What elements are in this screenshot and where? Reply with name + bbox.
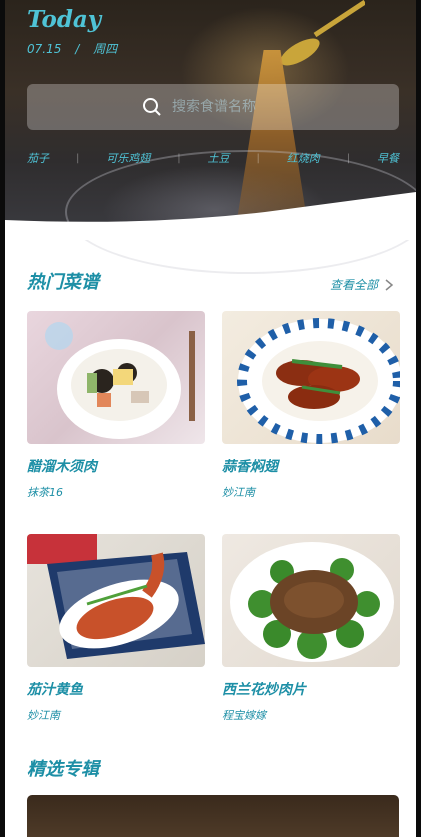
hero-banner: Today 07.15 / 周四 茄子 | 可乐鸡翅 | 土豆 | 红烧肉 | …	[5, 0, 416, 274]
chevron-right-icon	[385, 278, 394, 291]
tag-divider: |	[177, 152, 181, 164]
recipe-image[interactable]	[222, 311, 400, 444]
recipe-image[interactable]	[27, 534, 205, 667]
app-screen: Today 07.15 / 周四 茄子 | 可乐鸡翅 | 土豆 | 红烧肉 | …	[5, 0, 416, 837]
featured-albums-title: 精选专辑	[27, 759, 99, 780]
featured-album-image[interactable]	[27, 795, 399, 837]
recipe-photo	[230, 542, 394, 662]
recipe-title[interactable]: 蒜香焖翅	[222, 456, 400, 476]
recipe-title[interactable]: 醋溜木须肉	[27, 456, 205, 476]
search-input[interactable]	[170, 98, 284, 116]
today-label: Today	[27, 6, 102, 33]
recipe-image[interactable]	[222, 534, 400, 667]
recipe-title[interactable]: 茄汁黄鱼	[27, 679, 205, 699]
view-all-label: 查看全部	[329, 278, 378, 292]
spoon-image	[280, 0, 365, 66]
search-icon	[143, 98, 161, 116]
recipe-author[interactable]: 抹茶16	[27, 484, 205, 500]
tag-divider: |	[256, 152, 260, 164]
recipe-author[interactable]: 程宝嫁嫁	[222, 707, 400, 723]
recipe-card[interactable]: 西兰花炒肉片 程宝嫁嫁	[222, 534, 400, 723]
recipe-card[interactable]: 蒜香焖翅 妙江南	[222, 311, 400, 500]
recipe-card[interactable]: 醋溜木须肉 抹茶16	[27, 311, 205, 500]
view-all-link[interactable]: 查看全部	[330, 276, 394, 293]
search-bar[interactable]	[27, 84, 399, 130]
tag-item[interactable]: 土豆	[208, 150, 230, 166]
date-value: 07.15	[27, 42, 62, 56]
hero-wave-divider	[5, 192, 416, 240]
recipe-photo	[237, 318, 400, 444]
tag-divider: |	[346, 152, 351, 164]
recipe-photo	[27, 534, 205, 659]
recipe-photo	[45, 322, 195, 439]
weekday-value: 周四	[93, 42, 118, 56]
date-slash: /	[75, 42, 80, 56]
date-row: 07.15 / 周四	[27, 40, 127, 57]
hot-recipes-title: 热门菜谱	[27, 272, 99, 293]
tag-item[interactable]: 可乐鸡翅	[106, 150, 150, 166]
recipe-image[interactable]	[27, 311, 205, 444]
tag-item[interactable]: 红烧肉	[287, 150, 320, 166]
tag-item[interactable]: 茄子	[27, 150, 49, 166]
recipe-title[interactable]: 西兰花炒肉片	[222, 679, 400, 699]
recipe-author[interactable]: 妙江南	[27, 707, 205, 723]
tag-item[interactable]: 早餐	[377, 150, 399, 166]
recipe-card[interactable]: 茄汁黄鱼 妙江南	[27, 534, 205, 723]
tag-divider: |	[75, 152, 80, 164]
recipe-author[interactable]: 妙江南	[222, 484, 400, 500]
quick-tags: 茄子 | 可乐鸡翅 | 土豆 | 红烧肉 | 早餐	[27, 150, 399, 166]
